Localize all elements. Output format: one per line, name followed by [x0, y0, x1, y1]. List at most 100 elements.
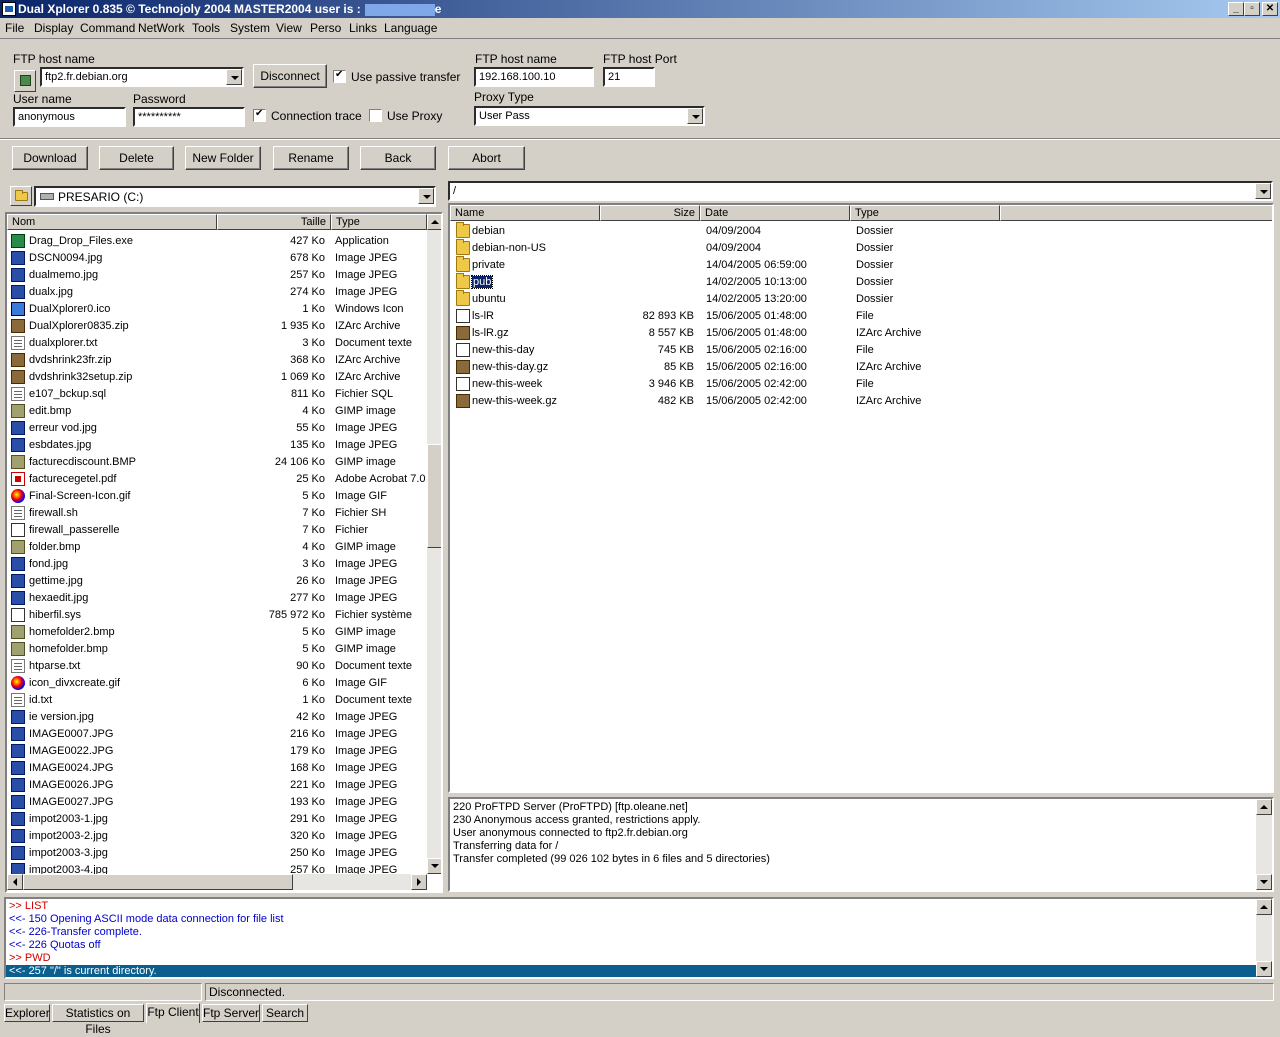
table-row[interactable]: DSCN0094.jpg 678 Ko Image JPEG [7, 250, 427, 267]
table-row[interactable]: homefolder2.bmp 5 Ko GIMP image [7, 624, 427, 641]
scroll-down-button[interactable] [1256, 874, 1272, 890]
table-row[interactable]: firewall.sh 7 Ko Fichier SH [7, 505, 427, 522]
scroll-down-button[interactable] [1256, 961, 1272, 977]
table-row[interactable]: dualxplorer.txt 3 Ko Document texte [7, 335, 427, 352]
col-header-name[interactable]: Nom [7, 214, 217, 230]
proxy-port-input[interactable]: 21 [603, 67, 655, 87]
delete-button[interactable]: Delete [99, 146, 174, 170]
menu-system[interactable]: System [230, 21, 270, 35]
scroll-left-button[interactable] [7, 874, 23, 890]
server-log[interactable]: 220 ProFTPD Server (ProFTPD) [ftp.oleane… [448, 797, 1274, 892]
menu-display[interactable]: Display [34, 21, 73, 35]
chevron-down-icon[interactable] [687, 108, 703, 124]
table-row[interactable]: debian-non-US 04/09/2004 Dossier [450, 239, 1272, 257]
col-header-date[interactable]: Date [700, 205, 850, 221]
user-input[interactable]: anonymous [13, 107, 126, 127]
table-row[interactable]: facturecegetel.pdf 25 Ko Adobe Acrobat 7.0 [7, 471, 427, 488]
table-row[interactable]: dvdshrink32setup.zip 1 069 Ko IZArc Archiv… [7, 369, 427, 386]
table-row[interactable]: IMAGE0007.JPG 216 Ko Image JPEG [7, 726, 427, 743]
ftp-host-combo[interactable]: ftp2.fr.debian.org [40, 67, 244, 87]
local-vscrollbar[interactable] [427, 214, 441, 874]
rename-button[interactable]: Rename [273, 146, 349, 170]
proxy-type-select[interactable]: User Pass [474, 106, 705, 126]
col-header-size[interactable]: Size [600, 205, 700, 221]
table-row[interactable]: impot2003-3.jpg 250 Ko Image JPEG [7, 845, 427, 862]
table-row[interactable]: firewall_passerelle 7 Ko Fichier [7, 522, 427, 539]
table-row[interactable]: IMAGE0026.JPG 221 Ko Image JPEG [7, 777, 427, 794]
hscroll-thumb[interactable] [23, 874, 293, 890]
tab-search[interactable]: Search [262, 1004, 308, 1022]
tab-ftp-client[interactable]: Ftp Client [146, 1003, 200, 1023]
table-row[interactable]: homefolder.bmp 5 Ko GIMP image [7, 641, 427, 658]
trace-checkbox[interactable] [253, 108, 266, 122]
menu-links[interactable]: Links [349, 21, 377, 35]
scroll-right-button[interactable] [411, 874, 427, 890]
trace-log[interactable]: >> LIST <<- 150 Opening ASCII mode data c… [4, 897, 1274, 979]
bookmark-button[interactable] [14, 70, 36, 92]
table-row[interactable]: dualmemo.jpg 257 Ko Image JPEG [7, 267, 427, 284]
table-row[interactable]: icon_divxcreate.gif 6 Ko Image GIF [7, 675, 427, 692]
col-header-type[interactable]: Type [850, 205, 1000, 221]
table-row[interactable]: new-this-week 3 946 KB 15/06/2005 02:42:00… [450, 376, 1272, 393]
table-row[interactable]: IMAGE0027.JPG 193 Ko Image JPEG [7, 794, 427, 811]
menu-network[interactable]: NetWork [138, 21, 184, 35]
abort-button[interactable]: Abort [448, 146, 525, 170]
table-row[interactable]: ie version.jpg 42 Ko Image JPEG [7, 709, 427, 726]
table-row[interactable]: hexaedit.jpg 277 Ko Image JPEG [7, 590, 427, 607]
col-header-size[interactable]: Taille [217, 214, 331, 230]
scroll-up-button[interactable] [1256, 899, 1272, 915]
menu-perso[interactable]: Perso [310, 21, 341, 35]
table-row[interactable]: impot2003-2.jpg 320 Ko Image JPEG [7, 828, 427, 845]
table-row[interactable]: edit.bmp 4 Ko GIMP image [7, 403, 427, 420]
table-row[interactable]: folder.bmp 4 Ko GIMP image [7, 539, 427, 556]
table-row[interactable]: Drag_Drop_Files.exe 427 Ko Application [7, 233, 427, 250]
table-row[interactable]: DualXplorer0.ico 1 Ko Windows Icon [7, 301, 427, 318]
local-file-list[interactable]: Nom Taille Type Drag_Drop_Files.exe 427 K… [5, 212, 443, 893]
chevron-down-icon[interactable] [226, 69, 242, 85]
tab-statistics[interactable]: Statistics on Files [52, 1004, 144, 1036]
menu-tools[interactable]: Tools [192, 21, 220, 35]
back-button[interactable]: Back [360, 146, 436, 170]
table-row[interactable]: htparse.txt 90 Ko Document texte [7, 658, 427, 675]
table-row[interactable]: e107_bckup.sql 811 Ko Fichier SQL [7, 386, 427, 403]
chevron-down-icon[interactable] [1255, 183, 1271, 199]
tab-ftp-server[interactable]: Ftp Server [202, 1004, 260, 1022]
table-row[interactable]: fond.jpg 3 Ko Image JPEG [7, 556, 427, 573]
minimize-button[interactable]: _ [1228, 2, 1244, 16]
menu-language[interactable]: Language [384, 21, 437, 35]
menu-file[interactable]: File [5, 21, 24, 35]
table-row[interactable]: ls-lR.gz 8 557 KB 15/06/2005 01:48:00 IZArc… [450, 325, 1272, 342]
table-row[interactable]: new-this-week.gz 482 KB 15/06/2005 02:42:0… [450, 393, 1272, 410]
disconnect-button[interactable]: Disconnect [253, 64, 327, 88]
parent-folder-button[interactable] [10, 186, 32, 206]
trace-log-scrollbar[interactable] [1256, 899, 1272, 977]
scroll-down-button[interactable] [427, 858, 441, 874]
close-button[interactable]: ✕ [1262, 2, 1278, 16]
table-row[interactable]: hiberfil.sys 785 972 Ko Fichier système [7, 607, 427, 624]
scroll-thumb[interactable] [427, 444, 441, 548]
table-row[interactable]: ubuntu 14/02/2005 13:20:00 Dossier [450, 290, 1272, 308]
table-row[interactable]: DualXplorer0835.zip 1 935 Ko IZArc Archive [7, 318, 427, 335]
table-row[interactable]: id.txt 1 Ko Document texte [7, 692, 427, 709]
table-row[interactable]: facturecdiscount.BMP 24 106 Ko GIMP image [7, 454, 427, 471]
server-log-scrollbar[interactable] [1256, 799, 1272, 890]
table-row[interactable]: new-this-day 745 KB 15/06/2005 02:16:00 Fil… [450, 342, 1272, 359]
download-button[interactable]: Download [12, 146, 88, 170]
table-row[interactable]: erreur vod.jpg 55 Ko Image JPEG [7, 420, 427, 437]
password-input[interactable]: ********** [133, 107, 245, 127]
table-row[interactable]: impot2003-1.jpg 291 Ko Image JPEG [7, 811, 427, 828]
table-row[interactable]: gettime.jpg 26 Ko Image JPEG [7, 573, 427, 590]
proxy-host-input[interactable]: 192.168.100.10 [474, 67, 594, 87]
table-row[interactable]: ls-lR 82 893 KB 15/06/2005 01:48:00 File [450, 308, 1272, 325]
remote-file-list[interactable]: Name Size Date Type debian 04/09/2004 Doss… [448, 203, 1274, 793]
tab-explorer[interactable]: Explorer [4, 1004, 50, 1022]
table-row[interactable]: new-this-day.gz 85 KB 15/06/2005 02:16:00 I… [450, 359, 1272, 376]
table-row[interactable]: IMAGE0024.JPG 168 Ko Image JPEG [7, 760, 427, 777]
menu-command[interactable]: Command [80, 21, 135, 35]
proxy-checkbox[interactable] [369, 109, 382, 122]
table-row[interactable]: pub 14/02/2005 10:13:00 Dossier [450, 273, 1272, 291]
table-row[interactable]: Final-Screen-Icon.gif 5 Ko Image GIF [7, 488, 427, 505]
maximize-button[interactable]: ▫ [1244, 2, 1260, 16]
col-header-type[interactable]: Type [331, 214, 427, 230]
table-row[interactable]: debian 04/09/2004 Dossier [450, 222, 1272, 240]
